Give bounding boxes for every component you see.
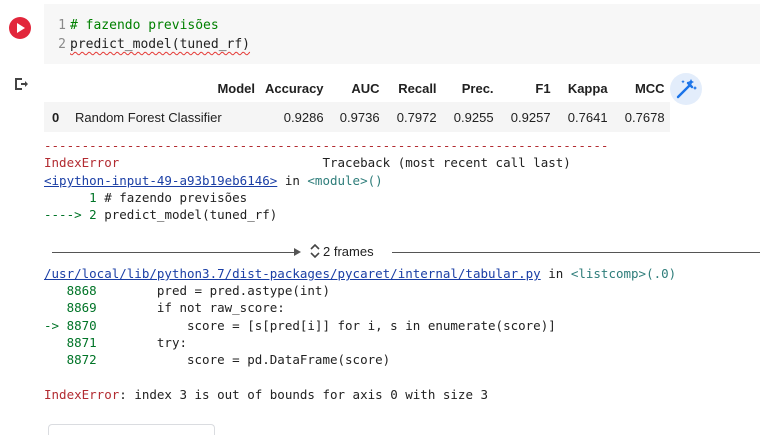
f1-cell: 0.9257 <box>498 102 556 132</box>
column-header: Model <box>217 80 255 96</box>
code-comment: # fazendo previsões <box>70 18 219 33</box>
column-header <box>44 74 70 102</box>
line-marker <box>44 300 67 315</box>
arrow-icon <box>294 248 301 256</box>
code-line: 2 predict_model(tuned_rf) <box>56 36 250 54</box>
column-header: Accuracy <box>265 80 324 96</box>
output-redirect-icon[interactable] <box>13 76 29 92</box>
accuracy-cell: 0.9286 <box>260 102 329 132</box>
frames-expander[interactable]: 2 frames <box>52 242 760 262</box>
function-name: <listcomp>(.0) <box>570 266 677 281</box>
cell-link[interactable]: <ipython-input-49-a93b19eb6146> <box>44 173 277 188</box>
column-header: Prec. <box>461 80 494 96</box>
context-line-current: ----> 2 predict_model(tuned_rf) <box>44 206 277 223</box>
mcc-cell: 0.7678 <box>612 102 670 132</box>
frames-label: 2 frames <box>323 244 374 259</box>
source-line: 8871 try: <box>44 334 187 351</box>
table-header-row: Model Accuracy AUC Recall Prec. F1 Kappa… <box>44 74 670 102</box>
in-word: in <box>277 173 308 188</box>
line-marker <box>44 352 67 367</box>
context-line-text: # fazendo previsões <box>104 190 248 205</box>
in-word: in <box>540 266 571 281</box>
error-type: IndexError <box>44 155 120 170</box>
run-cell-button[interactable] <box>9 17 31 39</box>
error-message: IndexError: index 3 is out of bounds for… <box>44 386 488 403</box>
recall-cell: 0.7972 <box>384 102 442 132</box>
source-line-number: 8872 <box>66 352 97 367</box>
source-line-number: 8871 <box>66 335 97 350</box>
source-code: score = pd.DataFrame(score) <box>96 352 391 367</box>
magic-wand-icon <box>676 79 697 99</box>
frames-toggle[interactable]: 2 frames <box>310 243 374 259</box>
source-line-number: 8869 <box>66 300 97 315</box>
source-code: pred = pred.astype(int) <box>96 283 330 298</box>
line-number: 1 <box>58 18 66 33</box>
context-line-number: 1 <box>89 190 97 205</box>
column-header: Recall <box>398 80 437 96</box>
current-line-arrow: ----> <box>44 207 82 222</box>
table-row: 0 Random Forest Classifier 0.9286 0.9736… <box>44 102 670 132</box>
auc-cell: 0.9736 <box>328 102 385 132</box>
column-header: MCC <box>634 80 665 96</box>
kappa-cell: 0.7641 <box>555 102 613 132</box>
line-marker <box>44 335 67 350</box>
source-line: 8868 pred = pred.astype(int) <box>44 282 330 299</box>
module-name: <module>() <box>307 173 383 188</box>
source-line-current: -> 8870 score = [s[pred[i]] for i, s in … <box>44 317 556 334</box>
traceback-location: <ipython-input-49-a93b19eb6146> in <modu… <box>44 172 383 189</box>
source-code: if not raw_score: <box>96 300 285 315</box>
chevron-up-down-icon <box>310 243 320 259</box>
source-line-number: 8870 <box>66 318 97 333</box>
context-line: 1 # fazendo previsões <box>44 189 247 206</box>
code-editor[interactable]: 1 # fazendo previsões 2 predict_model(tune… <box>44 4 760 64</box>
context-line-number: 2 <box>89 207 97 222</box>
divider <box>52 252 298 253</box>
source-line: 8869 if not raw_score: <box>44 299 285 316</box>
code-statement: predict_model(tuned_rf) <box>70 37 251 52</box>
divider <box>392 252 760 253</box>
results-table: Model Accuracy AUC Recall Prec. F1 Kappa… <box>44 74 670 132</box>
source-code: try: <box>96 335 187 350</box>
magic-wand-button[interactable] <box>670 73 702 105</box>
source-line: 8872 score = pd.DataFrame(score) <box>44 351 391 368</box>
traceback-label: Traceback (most recent call last) <box>322 155 571 170</box>
context-line-text: predict_model(tuned_rf) <box>104 207 278 222</box>
error-type: IndexError <box>44 387 120 402</box>
line-marker <box>44 283 67 298</box>
error-text: : index 3 is out of bounds for axis 0 wi… <box>119 387 489 402</box>
code-line: 1 # fazendo previsões <box>56 17 219 35</box>
precision-cell: 0.9255 <box>441 102 499 132</box>
frame-location: /usr/local/lib/python3.7/dist-packages/p… <box>44 265 676 282</box>
line-marker: -> <box>44 318 67 333</box>
column-header: Kappa <box>567 80 608 96</box>
row-index: 0 <box>44 102 70 132</box>
line-number: 2 <box>58 37 66 52</box>
traceback-header: IndexError Traceback (most recent call l… <box>44 154 571 171</box>
code-cell[interactable]: 1 # fazendo previsões 2 predict_model(tune… <box>0 0 760 66</box>
source-code: score = [s[pred[i]] for i, s in enumerat… <box>96 318 556 333</box>
column-header: F1 <box>535 80 551 96</box>
file-link[interactable]: /usr/local/lib/python3.7/dist-packages/p… <box>44 266 541 281</box>
model-name-cell: Random Forest Classifier <box>70 102 260 132</box>
source-line-number: 8868 <box>66 283 97 298</box>
partial-panel <box>48 424 215 435</box>
traceback-separator: ----------------------------------------… <box>44 138 609 153</box>
column-header: AUC <box>351 80 380 96</box>
